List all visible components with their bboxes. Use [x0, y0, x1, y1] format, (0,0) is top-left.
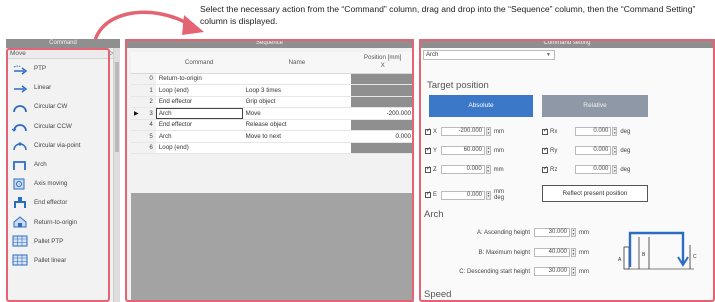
command-list-scrollbar[interactable] [113, 48, 120, 302]
command-panel-title: Command [6, 39, 120, 48]
command-setting-highlight-frame [419, 39, 715, 302]
sequence-highlight-frame [125, 39, 414, 302]
scrollbar-thumb[interactable] [115, 62, 119, 152]
command-highlight-frame [6, 48, 110, 302]
instruction-caption: Select the necessary action from the “Co… [200, 4, 696, 26]
